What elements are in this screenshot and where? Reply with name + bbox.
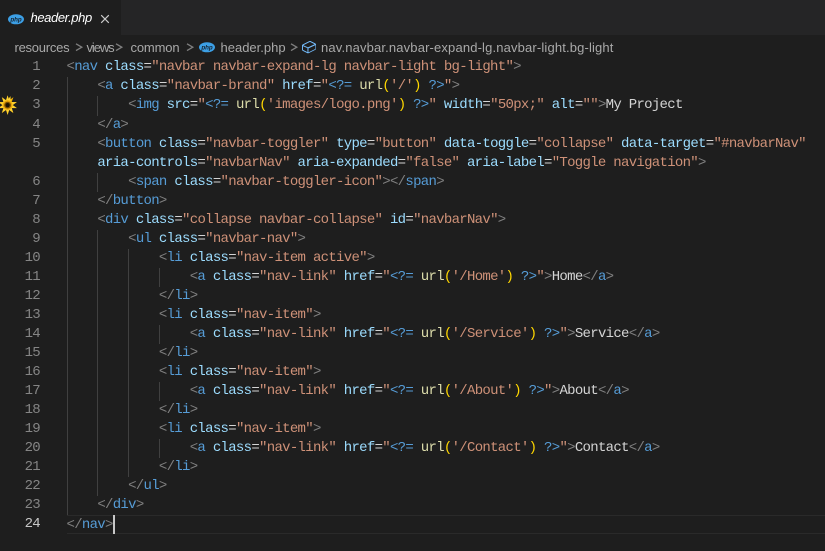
svg-text:php: php: [200, 44, 213, 51]
svg-text:php: php: [9, 16, 22, 23]
